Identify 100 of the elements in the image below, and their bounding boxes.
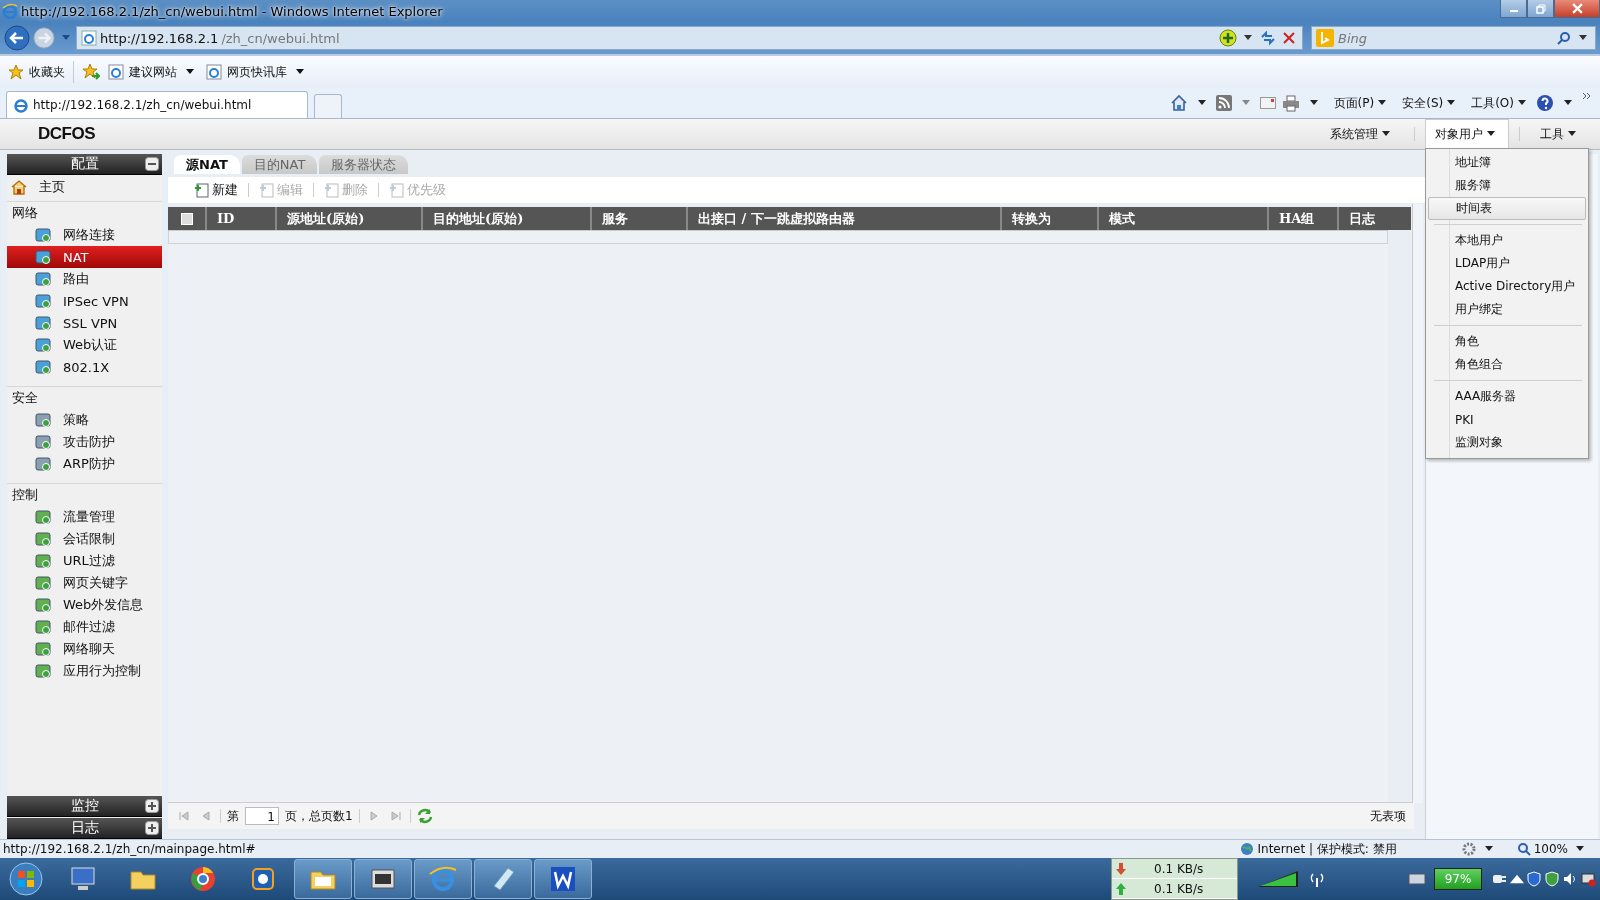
dropdown-caret-icon[interactable] (1309, 100, 1318, 106)
dropdown-caret-icon[interactable] (1197, 100, 1206, 106)
app-icon[interactable] (35, 553, 51, 569)
taskbar-terminal-icon[interactable] (354, 859, 412, 899)
app-icon[interactable] (35, 315, 51, 331)
app-icon[interactable] (35, 531, 51, 547)
app-icon[interactable] (35, 412, 51, 428)
chevron-icon[interactable] (1582, 92, 1592, 100)
nav-item[interactable]: 网页关键字 (7, 572, 162, 594)
zoom-level[interactable]: 100% (1516, 842, 1568, 856)
menu-item[interactable]: 用户绑定 (1428, 298, 1586, 321)
home-icon[interactable] (1169, 94, 1188, 112)
nav-item[interactable]: IPSec VPN (7, 290, 162, 312)
nav-item[interactable]: 策略 (7, 409, 162, 431)
taskbar-document-icon[interactable] (534, 859, 592, 899)
search-field[interactable]: Bing (1311, 26, 1596, 50)
app-icon[interactable] (35, 575, 51, 591)
select-all-checkbox[interactable] (180, 212, 193, 225)
caret-icon[interactable] (1378, 100, 1387, 106)
caret-icon[interactable] (1568, 131, 1576, 137)
scrollbar[interactable] (1412, 204, 1423, 803)
dropdown-caret-icon[interactable] (1579, 35, 1587, 41)
tab[interactable]: 服务器状态 (319, 155, 409, 174)
nav-item[interactable]: 邮件过滤 (7, 616, 162, 638)
menu-button[interactable]: 系统管理 (1320, 119, 1404, 149)
restore-button[interactable] (1527, 0, 1554, 18)
home-icon[interactable] (11, 179, 27, 195)
dropdown-caret-icon[interactable] (1564, 100, 1572, 106)
address-field[interactable]: http://192.168.2.1 /zh_cn/webui.html (76, 26, 1303, 50)
dropdown-caret-icon[interactable] (1244, 35, 1252, 41)
menu-item[interactable]: 监测对象 (1428, 431, 1586, 454)
app-icon[interactable] (35, 663, 51, 679)
favorites-link[interactable]: 建议网站 (108, 63, 198, 81)
app-icon[interactable] (35, 434, 51, 450)
caret-icon[interactable] (1447, 100, 1456, 106)
windows-logo-icon[interactable] (8, 861, 44, 897)
page-icon[interactable] (108, 64, 124, 80)
menu-item[interactable]: 本地用户 (1428, 229, 1586, 252)
nav-item[interactable]: 网络连接 (7, 224, 162, 246)
speaker-icon[interactable] (1562, 871, 1578, 887)
nav-item[interactable]: 路由 (7, 268, 162, 290)
nav-item[interactable]: Web外发信息 (7, 594, 162, 616)
browser-tab[interactable]: http://192.168.2.1/zh_cn/webui.html (6, 91, 308, 118)
add-favorite-icon[interactable] (82, 63, 100, 81)
help-icon[interactable] (1536, 94, 1554, 112)
menu-button[interactable]: 对象用户 (1425, 119, 1509, 149)
nav-item[interactable]: 802.1X (7, 356, 162, 378)
close-button[interactable] (1554, 0, 1600, 18)
app-icon[interactable] (35, 359, 51, 375)
back-button[interactable] (4, 24, 30, 52)
app-icon[interactable] (35, 509, 51, 525)
minimize-button[interactable] (1500, 0, 1527, 18)
menu-item[interactable]: LDAP用户 (1428, 252, 1586, 275)
search-icon[interactable] (1557, 31, 1571, 45)
document-icon[interactable] (194, 182, 210, 198)
nav-item[interactable]: URL过滤 (7, 550, 162, 572)
command-menu[interactable]: 安全(S) (1402, 94, 1460, 112)
nav-item[interactable]: 应用行为控制 (7, 660, 162, 682)
shield-icon[interactable] (1526, 871, 1542, 887)
app-icon[interactable] (35, 456, 51, 472)
toolbar-button[interactable]: 新建 (194, 181, 238, 199)
favorites-button[interactable]: 收藏夹 (8, 63, 65, 81)
caret-icon[interactable] (186, 69, 194, 75)
caret-icon[interactable] (1487, 131, 1495, 137)
menu-item[interactable]: 角色 (1428, 330, 1586, 353)
signal-icon[interactable] (1256, 869, 1300, 889)
panel-header[interactable]: 配置 (7, 154, 162, 175)
dropdown-caret-icon[interactable] (1576, 846, 1584, 852)
close-icon[interactable] (1571, 3, 1583, 14)
home-link[interactable]: 主页 (7, 175, 162, 199)
nav-item[interactable]: 攻击防护 (7, 431, 162, 453)
browser-logo-icon[interactable] (13, 97, 29, 113)
collapse-icon[interactable] (145, 157, 159, 171)
nav-item[interactable]: Web认证 (7, 334, 162, 356)
app-icon[interactable] (35, 293, 51, 309)
tray-arrow-icon[interactable] (1510, 872, 1524, 886)
caret-icon[interactable] (1518, 100, 1526, 106)
keyboard-icon[interactable] (1408, 870, 1426, 888)
dropdown-caret-icon[interactable] (1484, 846, 1493, 852)
page-number-field[interactable]: 1 (245, 807, 279, 825)
caret-icon[interactable] (1382, 131, 1390, 137)
nav-item[interactable]: 会话限制 (7, 528, 162, 550)
menu-item[interactable]: 地址簿 (1428, 151, 1586, 174)
page-icon[interactable] (206, 64, 222, 80)
menu-button[interactable]: 工具 (1530, 119, 1590, 149)
panel-header[interactable]: 监控 (7, 796, 162, 817)
refresh-icon[interactable] (416, 808, 433, 824)
expand-icon[interactable] (145, 821, 159, 835)
add-icon[interactable] (1219, 29, 1237, 47)
panel-header[interactable]: 日志 (7, 818, 162, 839)
nav-item[interactable]: ARP防护 (7, 453, 162, 475)
zoom-icon[interactable] (1516, 842, 1531, 856)
menu-item[interactable]: 时间表 (1428, 197, 1586, 220)
mail-icon[interactable] (1259, 95, 1276, 111)
taskbar-notepad-icon[interactable] (474, 859, 532, 899)
app-icon[interactable] (35, 337, 51, 353)
app-icon[interactable] (35, 619, 51, 635)
expand-icon[interactable] (145, 799, 159, 813)
menu-item[interactable]: PKI (1428, 408, 1586, 431)
settings-icon[interactable] (1460, 841, 1477, 857)
